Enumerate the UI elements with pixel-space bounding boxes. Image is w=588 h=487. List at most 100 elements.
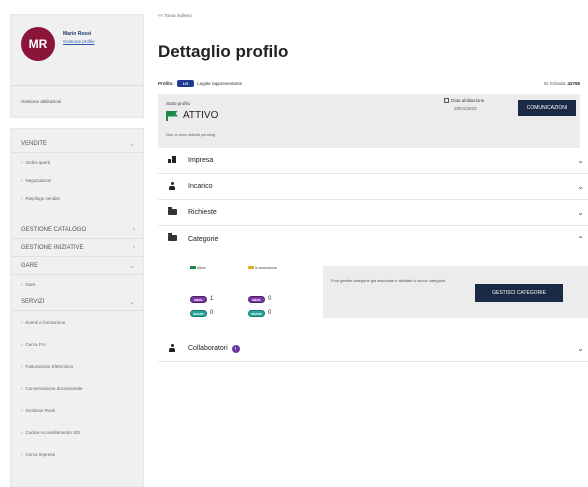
- chevron-down-icon: ⌄: [577, 156, 584, 165]
- folder-open-icon: [166, 233, 178, 243]
- nav-item-label: Conservazione documentale: [25, 385, 83, 391]
- chevron-down-icon: ⌄: [577, 344, 584, 353]
- communications-button[interactable]: COMUNICAZIONI: [518, 100, 576, 116]
- nav-section-gare[interactable]: GARE ⌄: [11, 257, 143, 275]
- yellow-flag-icon: [248, 266, 254, 269]
- legend-pending-label: In lavorazione: [255, 266, 277, 270]
- manage-permissions-link[interactable]: Gestione abilitazioni: [21, 99, 61, 104]
- status-card: Stato profilo ATTIVO Non ci sono attivit…: [158, 94, 580, 148]
- legend-pending: In lavorazione: [248, 266, 278, 270]
- mepa-pill: MEPA: [190, 296, 207, 303]
- scheda-id: ID Scheda: 42765: [544, 81, 580, 86]
- accordion-label: Incarico: [188, 183, 213, 190]
- date-value: 28/01/2023: [454, 106, 477, 111]
- pending-sdapa-count: 0: [268, 310, 272, 316]
- nav-item-label: Riepilogo vendite: [25, 195, 61, 201]
- pending-mepa-count: 0: [268, 296, 272, 302]
- nav-item-riepilogo[interactable]: › Riepilogo vendite: [11, 189, 143, 207]
- accordion-richieste[interactable]: Richieste ⌄: [158, 200, 588, 226]
- nav-item-label: Cerca Impresa: [25, 451, 56, 457]
- nav-item-negoziazioni[interactable]: › Negoziazioni: [11, 171, 143, 189]
- bar-chart-icon: [166, 156, 178, 165]
- nav-item-label: Fatturazione Elettronica: [25, 363, 74, 369]
- chevron-down-icon: ⌄: [129, 140, 135, 148]
- nav-item-gare[interactable]: › Gare: [11, 275, 143, 293]
- nav-item-label: Negoziazioni: [25, 177, 52, 183]
- active-mepa-count: 1: [210, 296, 214, 302]
- nav-item-ruoli[interactable]: › Gestione Ruoli: [11, 401, 143, 419]
- nav-item-label: Cerca P.A.: [25, 341, 47, 347]
- nav-item-label: Eventi e formazione: [25, 319, 66, 325]
- main-content: << Torna indietro Dettaglio profilo Prof…: [148, 0, 588, 487]
- accordion-label: Categorie: [188, 235, 219, 243]
- accordion-label: Impresa: [188, 157, 214, 164]
- chevron-up-icon: ⌃: [577, 234, 584, 244]
- profile-badge: LR: [176, 80, 195, 87]
- categorie-info-text: Puoi gestire categorie già associate e a…: [331, 278, 446, 283]
- nav-item-label: Ordini aperti: [25, 159, 51, 165]
- nav-item-label: Codice Accreditamento SDI: [25, 429, 81, 435]
- back-link[interactable]: << Torna indietro: [158, 13, 192, 18]
- app-root: MR Mario Rossi Gestione profilo Gestione…: [0, 0, 588, 487]
- mepa-pill: MEPA: [248, 296, 265, 303]
- nav-section-iniziative[interactable]: GESTIONE INIZIATIVE ›: [11, 239, 143, 257]
- nav-item-sdi[interactable]: › Codice Accreditamento SDI: [11, 423, 143, 441]
- nav-item-ordini[interactable]: › Ordini aperti: [11, 153, 143, 171]
- info-icon[interactable]: i: [231, 344, 240, 353]
- nav-section-catalogo[interactable]: GESTIONE CATALOGO ›: [11, 221, 143, 239]
- profile-label: Profilo:: [158, 81, 174, 86]
- active-sdapa-count: 0: [210, 310, 214, 316]
- nav-section-label: GARE: [21, 262, 39, 269]
- avatar[interactable]: MR: [21, 27, 55, 61]
- chevron-down-icon: ⌄: [129, 298, 135, 306]
- accordion-collaboratori[interactable]: Collaboratori i ⌄: [158, 336, 588, 362]
- date-label: Data abilitazione: [444, 98, 484, 104]
- nav-item-label: Gare: [25, 281, 36, 287]
- categorie-panel: Attive In lavorazione MEPA 1 MEPA 0 SDAP…: [158, 252, 588, 336]
- sdapa-pill: SDAPA: [248, 310, 265, 317]
- scheda-value: 42765: [567, 81, 580, 86]
- chevron-down-icon: ⌄: [577, 208, 584, 217]
- categorie-info-box: Puoi gestire categorie già associate e a…: [323, 266, 588, 318]
- person-icon: [166, 181, 178, 192]
- user-name: Mario Rossi: [63, 31, 92, 37]
- nav-section-label: GESTIONE INIZIATIVE: [21, 244, 84, 251]
- divider: [11, 85, 143, 86]
- nav-item-conservazione[interactable]: › Conservazione documentale: [11, 379, 143, 397]
- status-text: ATTIVO: [183, 110, 219, 121]
- nav-item-eventi[interactable]: › Eventi e formazione: [11, 313, 143, 331]
- calendar-icon: [444, 98, 449, 104]
- nav-item-fatturazione[interactable]: › Fatturazione Elettronica: [11, 357, 143, 375]
- status-label: Stato profilo: [166, 101, 191, 106]
- sidebar: MR Mario Rossi Gestione profilo Gestione…: [0, 0, 148, 487]
- accordion-incarico[interactable]: Incarico ⌄: [158, 174, 588, 200]
- nav-item-label: Gestione Ruoli: [25, 407, 56, 413]
- chevron-right-icon: ›: [132, 244, 135, 251]
- profile-row: Profilo: LR Legale rappresentante: [158, 80, 242, 87]
- nav-section-vendite[interactable]: VENDITE ⌄: [11, 135, 143, 153]
- nav-section-label: GESTIONE CATALOGO: [21, 226, 87, 233]
- nav-section-label: SERVIZI: [21, 298, 45, 305]
- green-flag-icon: [190, 266, 196, 269]
- user-card: MR Mario Rossi Gestione profilo Gestione…: [10, 14, 144, 118]
- nav-section-label: VENDITE: [21, 140, 48, 147]
- nav-item-cerca-impresa[interactable]: › Cerca Impresa: [11, 445, 143, 463]
- accordion-label: Richieste: [188, 209, 217, 216]
- folder-icon: [166, 206, 178, 217]
- chevron-down-icon: ⌄: [129, 262, 135, 270]
- status-note: Non ci sono attività pending: [166, 132, 216, 137]
- legend-active: Attive: [190, 266, 206, 270]
- flag-icon: [166, 110, 178, 121]
- page-title: Dettaglio profilo: [158, 42, 289, 61]
- accordion-impresa[interactable]: Impresa ⌄: [158, 148, 588, 174]
- scheda-label: ID Scheda:: [543, 81, 567, 86]
- chevron-down-icon: ⌄: [577, 182, 584, 191]
- manage-categories-button[interactable]: GESTISCI CATEGORIE: [475, 284, 563, 302]
- accordion-categorie[interactable]: Categorie ⌃: [158, 226, 588, 252]
- profile-description: Legale rappresentante: [197, 81, 243, 86]
- profile-link[interactable]: Gestione profilo: [63, 39, 95, 44]
- nav-item-cerca-pa[interactable]: › Cerca P.A.: [11, 335, 143, 353]
- legend-active-label: Attive: [197, 266, 206, 270]
- nav-section-servizi[interactable]: SERVIZI ⌄: [11, 293, 143, 311]
- sdapa-pill: SDAPA: [190, 310, 207, 317]
